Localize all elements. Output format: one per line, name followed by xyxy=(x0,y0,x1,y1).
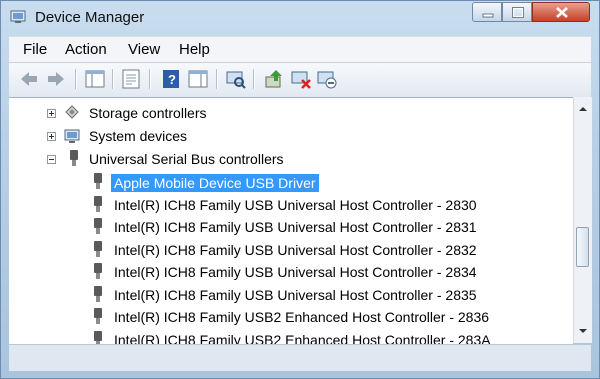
device-label: Intel(R) ICH8 Family USB Universal Host … xyxy=(114,286,477,303)
show-hide-tree-button[interactable] xyxy=(83,67,107,91)
category-label: System devices xyxy=(89,128,188,144)
tree-category-storage-controllers[interactable]: Storage controllers xyxy=(9,102,569,124)
device-tree: Storage controllers System devices Unive… xyxy=(9,97,573,344)
device-row[interactable]: Intel(R) ICH8 Family USB Universal Host … xyxy=(9,284,569,306)
scan-hardware-changes-icon xyxy=(226,71,246,89)
properties-icon xyxy=(122,69,140,89)
device-row[interactable]: Intel(R) ICH8 Family USB2 Enhanced Host … xyxy=(9,329,569,345)
uninstall-icon xyxy=(291,71,311,89)
category-label: Universal Serial Bus controllers xyxy=(89,151,284,167)
toolbar-separator xyxy=(253,69,255,89)
back-icon xyxy=(21,72,37,86)
update-driver-button[interactable] xyxy=(262,67,286,91)
action-pane-icon xyxy=(188,70,208,88)
toolbar-separator xyxy=(216,69,218,89)
toolbar: ? xyxy=(9,62,591,98)
menu-view[interactable]: View xyxy=(128,41,160,58)
action-pane-button[interactable] xyxy=(186,67,210,91)
usb-device-icon xyxy=(94,240,102,257)
svg-text:?: ? xyxy=(168,72,176,87)
device-label: Intel(R) ICH8 Family USB Universal Host … xyxy=(114,196,477,213)
expand-icon[interactable] xyxy=(47,132,56,141)
toolbar-separator xyxy=(75,69,77,89)
device-row[interactable]: Intel(R) ICH8 Family USB Universal Host … xyxy=(9,194,569,216)
usb-device-icon xyxy=(94,195,102,212)
usb-device-icon xyxy=(94,263,102,279)
menu-bar: File Action View Help xyxy=(9,36,591,63)
scroll-down-icon[interactable] xyxy=(577,325,589,337)
minimize-icon xyxy=(482,13,494,18)
scroll-up-icon[interactable] xyxy=(577,103,589,115)
storage-controller-icon xyxy=(65,105,79,119)
usb-device-icon xyxy=(94,330,102,344)
device-label: Intel(R) ICH8 Family USB Universal Host … xyxy=(114,264,477,280)
help-button[interactable]: ? xyxy=(159,67,183,91)
device-row[interactable]: Intel(R) ICH8 Family USB Universal Host … xyxy=(9,216,569,238)
device-row[interactable]: Intel(R) ICH8 Family USB Universal Host … xyxy=(9,239,569,261)
toolbar-separator xyxy=(112,69,114,89)
device-row[interactable]: Intel(R) ICH8 Family USB2 Enhanced Host … xyxy=(9,306,569,328)
usb-device-icon xyxy=(94,218,102,234)
properties-button[interactable] xyxy=(119,67,143,91)
device-row[interactable]: Intel(R) ICH8 Family USB Universal Host … xyxy=(9,261,569,283)
tree-category-system-devices[interactable]: System devices xyxy=(9,125,569,147)
maximize-icon xyxy=(512,7,524,18)
usb-device-icon xyxy=(94,173,102,189)
disable-device-button[interactable] xyxy=(315,67,339,91)
device-label: Intel(R) ICH8 Family USB2 Enhanced Host … xyxy=(114,331,491,345)
show-hide-console-tree-icon xyxy=(85,70,105,88)
forward-button[interactable] xyxy=(44,67,68,91)
close-button[interactable] xyxy=(532,2,590,22)
device-label: Intel(R) ICH8 Family USB2 Enhanced Host … xyxy=(114,309,490,325)
device-manager-window: Device Manager File Action View Help ? S… xyxy=(0,0,600,379)
vertical-scrollbar[interactable] xyxy=(573,97,592,343)
system-devices-icon xyxy=(64,129,80,143)
usb-controller-icon xyxy=(70,150,78,166)
scrollbar-thumb[interactable] xyxy=(576,227,589,267)
back-button[interactable] xyxy=(17,67,41,91)
expand-icon[interactable] xyxy=(47,109,56,118)
usb-device-icon xyxy=(94,285,102,302)
window-title: Device Manager xyxy=(35,9,145,26)
category-label: Storage controllers xyxy=(89,105,207,121)
close-icon xyxy=(556,7,568,18)
toolbar-separator xyxy=(149,69,151,89)
menu-action[interactable]: Action xyxy=(65,41,107,58)
menu-help[interactable]: Help xyxy=(179,41,210,58)
uninstall-button[interactable] xyxy=(289,67,313,91)
maximize-button[interactable] xyxy=(502,2,532,22)
menu-file[interactable]: File xyxy=(23,41,47,58)
selected-device-label: Apple Mobile Device USB Driver xyxy=(111,174,319,192)
tree-category-usb-controllers[interactable]: Universal Serial Bus controllers xyxy=(9,148,569,170)
usb-device-icon xyxy=(94,308,102,324)
scan-hardware-button[interactable] xyxy=(224,67,248,91)
device-manager-app-icon xyxy=(10,10,26,23)
collapse-icon[interactable] xyxy=(47,155,56,164)
minimize-button[interactable] xyxy=(472,2,502,22)
device-label: Intel(R) ICH8 Family USB Universal Host … xyxy=(114,241,477,258)
disable-device-icon xyxy=(317,71,337,89)
help-icon: ? xyxy=(163,70,179,88)
device-row[interactable]: Apple Mobile Device USB Driver xyxy=(9,171,569,193)
status-bar xyxy=(9,344,591,371)
update-driver-icon xyxy=(265,70,282,88)
forward-icon xyxy=(48,72,64,86)
device-label: Intel(R) ICH8 Family USB Universal Host … xyxy=(114,219,477,235)
title-bar[interactable]: Device Manager xyxy=(1,1,599,35)
